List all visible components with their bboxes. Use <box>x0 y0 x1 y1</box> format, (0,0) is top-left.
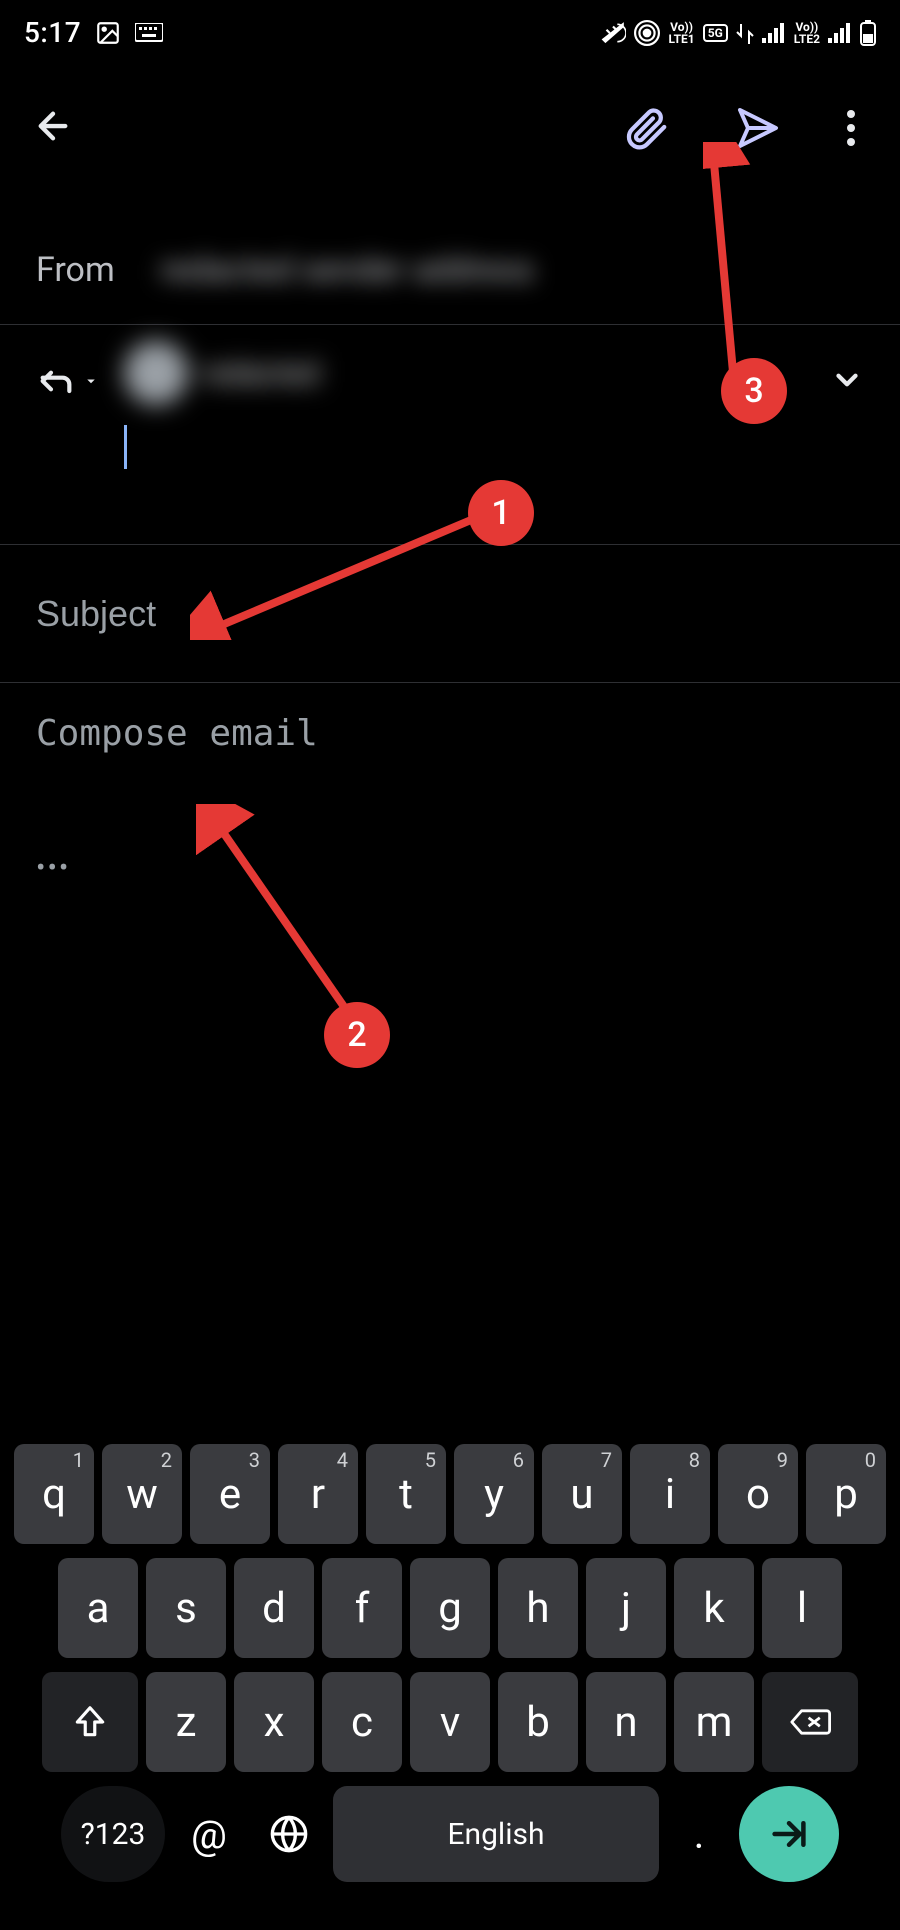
from-row[interactable]: From redacted sender address <box>0 215 900 325</box>
key-g[interactable]: g <box>410 1558 490 1658</box>
key-w[interactable]: 2w <box>102 1444 182 1544</box>
subject-row[interactable] <box>0 545 900 683</box>
key-k[interactable]: k <box>674 1558 754 1658</box>
hotspot-icon <box>634 20 660 46</box>
more-button[interactable] <box>846 109 856 147</box>
recipient-chip[interactable]: redacted <box>124 341 806 405</box>
expand-recipients-button[interactable] <box>830 337 864 406</box>
volte1-icon: Vo))LTE1 <box>668 21 694 45</box>
body-area[interactable] <box>0 683 900 795</box>
avatar <box>124 341 188 405</box>
language-key[interactable] <box>253 1786 325 1882</box>
backspace-key[interactable] <box>762 1672 858 1772</box>
symbols-key[interactable]: ?123 <box>61 1786 165 1882</box>
recipient-input[interactable] <box>124 425 806 469</box>
clock: 5:17 <box>24 16 81 49</box>
vibrate-icon <box>600 20 626 46</box>
recipient-name: redacted <box>202 356 319 391</box>
data-icon <box>736 22 754 44</box>
enter-key[interactable] <box>739 1786 839 1882</box>
key-m[interactable]: m <box>674 1672 754 1772</box>
signal2-icon <box>828 23 852 43</box>
battery-icon <box>860 20 876 46</box>
key-r[interactable]: 4r <box>278 1444 358 1544</box>
key-h[interactable]: h <box>498 1558 578 1658</box>
volte2-icon: Vo))LTE2 <box>794 21 820 45</box>
key-f[interactable]: f <box>322 1558 402 1658</box>
key-l[interactable]: l <box>762 1558 842 1658</box>
key-b[interactable]: b <box>498 1672 578 1772</box>
recipient-row[interactable]: redacted <box>0 325 900 545</box>
body-input[interactable] <box>36 713 864 761</box>
key-u[interactable]: 7u <box>542 1444 622 1544</box>
key-t[interactable]: 5t <box>366 1444 446 1544</box>
key-z[interactable]: z <box>146 1672 226 1772</box>
key-o[interactable]: 9o <box>718 1444 798 1544</box>
back-button[interactable] <box>22 95 84 161</box>
key-a[interactable]: a <box>58 1558 138 1658</box>
show-quoted-button[interactable]: ••• <box>36 851 864 884</box>
attach-button[interactable] <box>624 105 670 151</box>
fiveg-icon: 5G <box>703 24 728 42</box>
text-cursor <box>124 425 127 469</box>
period-key[interactable]: . <box>667 1786 731 1882</box>
key-x[interactable]: x <box>234 1672 314 1772</box>
keyboard-icon <box>135 23 163 43</box>
image-icon <box>95 20 121 46</box>
app-bar <box>0 59 900 185</box>
send-button[interactable] <box>734 104 782 152</box>
key-v[interactable]: v <box>410 1672 490 1772</box>
shift-key[interactable] <box>42 1672 138 1772</box>
key-i[interactable]: 8i <box>630 1444 710 1544</box>
key-n[interactable]: n <box>586 1672 666 1772</box>
key-q[interactable]: 1q <box>14 1444 94 1544</box>
status-bar: 5:17 Vo))LTE1 5G Vo))LTE2 <box>0 0 900 59</box>
reply-type-toggle[interactable] <box>36 337 100 401</box>
signal1-icon <box>762 23 786 43</box>
key-y[interactable]: 6y <box>454 1444 534 1544</box>
key-p[interactable]: 0p <box>806 1444 886 1544</box>
key-e[interactable]: 3e <box>190 1444 270 1544</box>
key-j[interactable]: j <box>586 1558 666 1658</box>
key-d[interactable]: d <box>234 1558 314 1658</box>
from-value: redacted sender address <box>160 250 864 290</box>
key-s[interactable]: s <box>146 1558 226 1658</box>
at-key[interactable]: @ <box>173 1786 245 1882</box>
key-c[interactable]: c <box>322 1672 402 1772</box>
space-key[interactable]: English <box>333 1786 659 1882</box>
keyboard: 1q2w3e4r5t6y7u8i9o0p asdfghjkl zxcvbnm ?… <box>0 1432 900 1930</box>
from-label: From <box>36 250 136 290</box>
subject-input[interactable] <box>36 593 864 635</box>
